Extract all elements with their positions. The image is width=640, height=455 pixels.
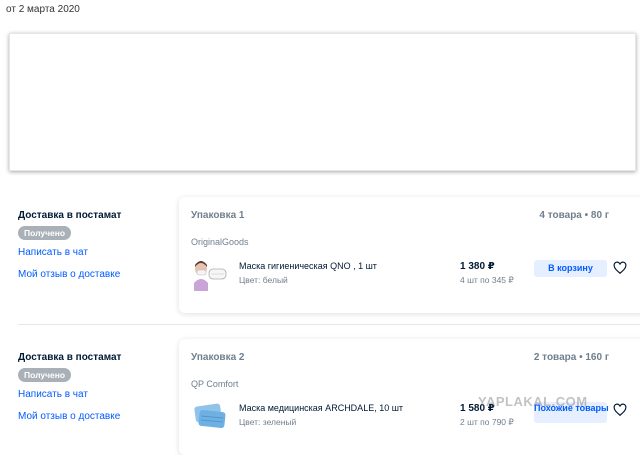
seller-name[interactable]: OriginalGoods	[191, 237, 249, 247]
heart-icon[interactable]	[613, 403, 627, 417]
unit-price: 2 шт по 790 ₽	[460, 417, 514, 427]
divider	[18, 324, 640, 325]
product-color: Цвет: зеленый	[239, 417, 297, 427]
product-color: Цвет: белый	[239, 275, 288, 285]
product-name[interactable]: Маска гигиеническая QNO , 1 шт	[239, 261, 377, 271]
review-link[interactable]: Мой отзыв о доставке	[18, 269, 120, 280]
package-title: Упаковка 2	[191, 352, 245, 363]
seller-name[interactable]: QP Comfort	[191, 379, 238, 389]
banner-placeholder	[9, 33, 636, 171]
status-badge: Получено	[18, 368, 72, 382]
product-image-blue-mask[interactable]	[191, 399, 229, 433]
package-card: Упаковка 1 4 товара • 80 г OriginalGoods…	[179, 197, 640, 313]
unit-price: 4 шт по 345 ₽	[460, 275, 514, 285]
package-count: 2 товара • 160 г	[533, 352, 609, 363]
chat-link[interactable]: Написать в чат	[18, 389, 88, 400]
review-link[interactable]: Мой отзыв о доставке	[18, 411, 120, 422]
product-price: 1 380 ₽	[460, 261, 495, 272]
add-to-cart-button[interactable]: В корзину	[534, 260, 607, 277]
product-image-white-mask[interactable]	[191, 257, 229, 291]
delivery-title: Доставка в постамат	[18, 352, 122, 363]
status-badge: Получено	[18, 226, 72, 240]
chat-link[interactable]: Написать в чат	[18, 247, 88, 258]
order-date: от 2 марта 2020	[6, 4, 80, 15]
heart-icon[interactable]	[613, 261, 627, 275]
package-title: Упаковка 1	[191, 210, 245, 221]
delivery-title: Доставка в постамат	[18, 210, 122, 221]
product-name[interactable]: Маска медицинская ARCHDALE, 10 шт	[239, 403, 403, 413]
package-count: 4 товара • 80 г	[539, 210, 609, 221]
watermark: YAPLAKAL.COM	[478, 394, 588, 409]
